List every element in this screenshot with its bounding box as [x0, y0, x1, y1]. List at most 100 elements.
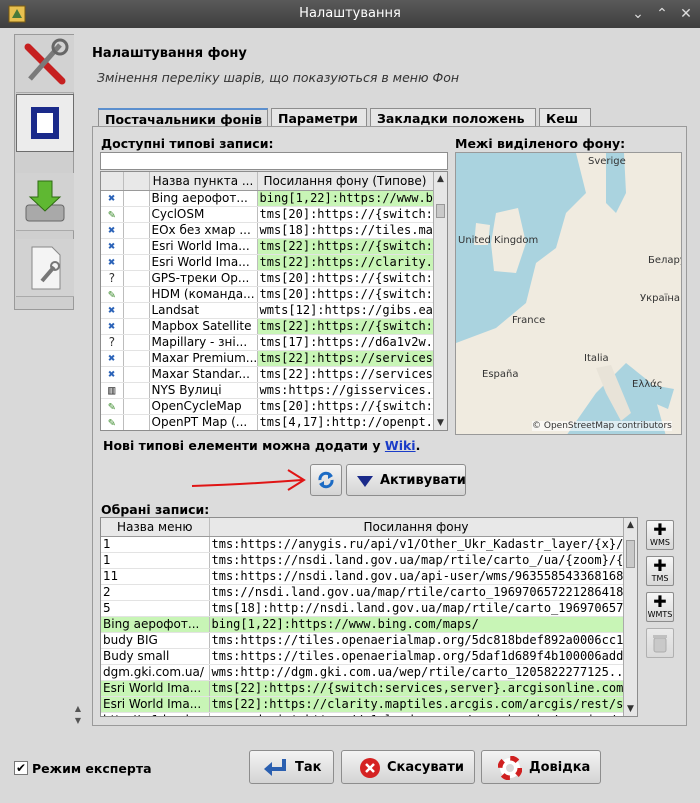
- table-cell: [123, 334, 150, 351]
- available-entries-table[interactable]: Назва пункта ... Посилання фону (Типове)…: [100, 171, 448, 431]
- column-header[interactable]: Посилання фону (Типове): [257, 172, 434, 191]
- help-label: Довідка: [529, 760, 591, 775]
- table-row[interactable]: ✎ HDM (команда... tms[20]:https://{switch:…: [101, 286, 434, 303]
- download-icon: [25, 180, 65, 222]
- table-row[interactable]: Esri World Ima... tms[22]:https://{switch…: [101, 680, 624, 697]
- maximize-icon[interactable]: ⌃: [652, 4, 672, 24]
- bounds-label: Межі виділеного фону:: [455, 136, 626, 151]
- scroll-down-icon[interactable]: ▼: [434, 416, 447, 430]
- scroll-down-icon[interactable]: ▼: [624, 702, 637, 716]
- column-header[interactable]: [101, 172, 124, 191]
- table-row[interactable]: ✖ Mapbox Satellite tms[22]:https://{switch…: [101, 318, 434, 335]
- table-row[interactable]: ✖ EOx без хмар ... wms[18]:https://tiles.m…: [101, 222, 434, 239]
- table-cell: 1: [101, 536, 210, 553]
- column-header[interactable]: [123, 172, 150, 191]
- table-row[interactable]: ✖ Maxar Standar... tms[22]:https://service…: [101, 366, 434, 383]
- table-row[interactable]: 5 tms[18]:http://nsdi.land.gov.ua/map/rti…: [101, 600, 624, 617]
- add-wms-button[interactable]: ✚ WMS: [646, 520, 674, 550]
- table-row[interactable]: ✎ OpenCycleMaptms[20]:https://{switch:a..…: [101, 398, 434, 415]
- selected-entries-table[interactable]: Назва меню Посилання фону 1 tms:https://a…: [100, 517, 638, 717]
- bounds-map[interactable]: Sverige United Kingdom Беларусь Україна …: [455, 152, 682, 435]
- selected-table-scrollbar[interactable]: ▲ ▼: [623, 518, 637, 716]
- table-cell: Bing аерофот...: [149, 190, 258, 207]
- activate-button[interactable]: Активувати: [346, 464, 466, 496]
- available-table-scrollbar[interactable]: ▲ ▼: [433, 172, 447, 430]
- layer-type-icon: ✖: [101, 366, 124, 383]
- table-row[interactable]: ✖ Bing аерофот... bing[1,22]:https://www.b…: [101, 190, 434, 207]
- settings-category-strip: [14, 34, 74, 310]
- column-header[interactable]: Посилання фону: [209, 518, 624, 537]
- scroll-down-small-icon[interactable]: ▼: [72, 716, 84, 728]
- table-row[interactable]: ▥ NYS Вулиціwms:https://gisservices.it...: [101, 382, 434, 399]
- map-attribution[interactable]: © OpenStreetMap contributors: [532, 421, 672, 431]
- tab-parameters[interactable]: Параметри: [271, 108, 367, 128]
- table-cell: tms[20]:https://{switch:a...: [257, 286, 434, 303]
- table-row[interactable]: dgm.gki.com.ua/wms:http://dgm.gki.com.ua…: [101, 664, 624, 681]
- available-filter-input[interactable]: [100, 152, 448, 170]
- add-wmts-button[interactable]: ✚ WMTS: [646, 592, 674, 622]
- column-header[interactable]: Назва пункта ...: [149, 172, 258, 191]
- expert-mode-checkbox[interactable]: ✔: [14, 761, 28, 775]
- tab-plugins[interactable]: [16, 173, 74, 231]
- table-cell: [123, 254, 150, 271]
- table-row[interactable]: 1 tms:https://nsdi.land.gov.ua/map/rtile/…: [101, 552, 624, 569]
- table-row[interactable]: Esri World Ima... tms[22]:https://clarity…: [101, 696, 624, 713]
- table-cell: 11: [101, 568, 210, 585]
- table-cell: bing[1,22]:https://www.bing.com/maps/: [209, 616, 624, 633]
- tab-background-providers[interactable]: Постачальники фонів: [98, 108, 268, 128]
- cancel-button[interactable]: Скасувати: [341, 750, 475, 784]
- scroll-up-small-icon[interactable]: ▲: [72, 704, 84, 716]
- scroll-thumb[interactable]: [626, 540, 635, 568]
- refresh-button[interactable]: [310, 464, 342, 496]
- table-row[interactable]: http://m1.land...wms-endpoint:https://m1…: [101, 712, 624, 716]
- tab-advanced[interactable]: [16, 239, 74, 297]
- scroll-thumb[interactable]: [436, 204, 445, 218]
- table-row[interactable]: budy BIG tms:https://tiles.openaerialmap.…: [101, 632, 624, 649]
- table-row[interactable]: ✖ Maxar Premium... tms[22]:https://service…: [101, 350, 434, 367]
- table-row[interactable]: ✖ Landsatwmts[12]:https://gibs.ea...: [101, 302, 434, 319]
- table-row[interactable]: ✖ Esri World Ima... tms[22]:https://clarit…: [101, 254, 434, 271]
- scroll-up-icon[interactable]: ▲: [434, 172, 447, 186]
- table-row[interactable]: ✎ OpenPT Map (... tms[4,17]:http://openpt.…: [101, 414, 434, 430]
- table-cell: tms[20]:https://{switch:a...: [257, 398, 434, 415]
- tab-cache[interactable]: Кеш: [539, 108, 591, 128]
- close-icon[interactable]: ✕: [676, 4, 696, 24]
- scroll-up-icon[interactable]: ▲: [624, 518, 637, 532]
- table-cell: tms:https://nsdi.land.gov.ua/map/rtile/c…: [209, 552, 624, 569]
- tab-bookmarks[interactable]: Закладки положень: [370, 108, 536, 128]
- triangle-down-icon: [357, 476, 373, 487]
- table-cell: tms[18]:http://nsdi.land.gov.ua/map/rtil…: [209, 600, 624, 617]
- table-cell: wmts[12]:https://gibs.ea...: [257, 302, 434, 319]
- delete-button[interactable]: [646, 628, 674, 658]
- wiki-link[interactable]: Wiki: [385, 438, 416, 453]
- table-cell: [123, 222, 150, 239]
- layer-type-icon: ✖: [101, 254, 124, 271]
- table-row[interactable]: 11 tms:https://nsdi.land.gov.ua/api-user/…: [101, 568, 624, 585]
- layer-type-icon: ✖: [101, 190, 124, 207]
- minimize-icon[interactable]: ⌄: [628, 4, 648, 24]
- table-row[interactable]: Bing аерофот... bing[1,22]:https://www.bi…: [101, 616, 624, 633]
- table-cell: [123, 286, 150, 303]
- table-row[interactable]: ? Mapillary - зні... tms[17]:https://d6a1v…: [101, 334, 434, 351]
- table-cell: tms[20]:https://{switch:a...: [257, 270, 434, 287]
- ok-button[interactable]: Так: [249, 750, 334, 784]
- column-header[interactable]: Назва меню: [101, 518, 210, 537]
- tab-general-settings[interactable]: [16, 35, 74, 93]
- table-row[interactable]: Budy small tms:https://tiles.openaerialma…: [101, 648, 624, 665]
- table-cell: CyclOSM: [149, 206, 258, 223]
- table-cell: wms:https://gisservices.it...: [257, 382, 434, 399]
- table-row[interactable]: ✖ Esri World Ima... tms[22]:https://{switc…: [101, 238, 434, 255]
- wiki-note-suffix: .: [415, 438, 421, 453]
- page-subtitle: Змінення переліку шарів, що показуються …: [97, 70, 460, 85]
- table-row[interactable]: ✎ CyclOSMtms[20]:https://{switch:a...: [101, 206, 434, 223]
- table-row[interactable]: 2 tms://nsdi.land.gov.ua/map/rtile/carto_…: [101, 584, 624, 601]
- help-button[interactable]: Довідка: [481, 750, 601, 784]
- table-cell: [123, 350, 150, 367]
- table-cell: Budy small: [101, 648, 210, 665]
- table-row[interactable]: ? GPS-треки Op... tms[20]:https://{switch:…: [101, 270, 434, 287]
- expert-mode-label: Режим експерта: [32, 761, 152, 776]
- tab-background-settings[interactable]: [16, 94, 74, 152]
- document-wrench-icon: [31, 246, 61, 290]
- add-tms-button[interactable]: ✚ TMS: [646, 556, 674, 586]
- table-row[interactable]: 1 tms:https://anygis.ru/api/v1/Other_Ukr_…: [101, 536, 624, 553]
